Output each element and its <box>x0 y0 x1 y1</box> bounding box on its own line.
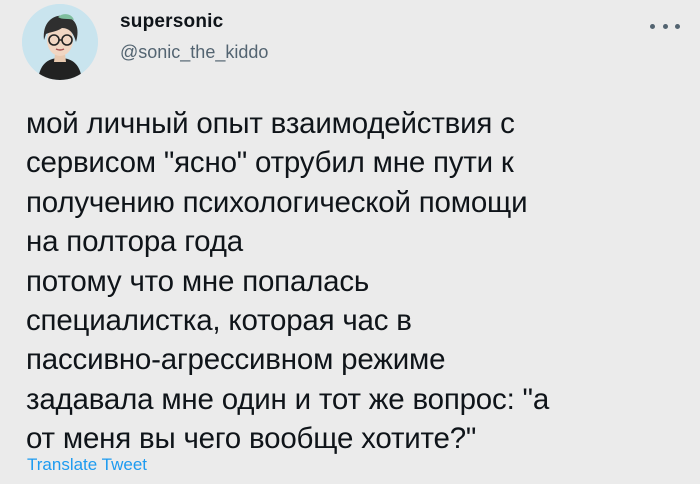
more-dot <box>650 23 655 29</box>
tweet-card: supersonic @sonic_the_kiddo мой личный о… <box>0 0 700 484</box>
more-options-icon[interactable] <box>650 18 680 34</box>
translate-tweet-link[interactable]: Translate Tweet <box>27 455 147 475</box>
more-dot <box>675 23 680 29</box>
user-avatar[interactable] <box>22 4 98 80</box>
avatar-illustration-icon <box>22 4 98 80</box>
author-handle[interactable]: @sonic_the_kiddo <box>120 42 268 63</box>
tweet-text: мой личный опыт взаимодействия с сервисо… <box>26 107 550 456</box>
more-dot <box>662 23 668 29</box>
author-name[interactable]: supersonic <box>120 11 223 33</box>
